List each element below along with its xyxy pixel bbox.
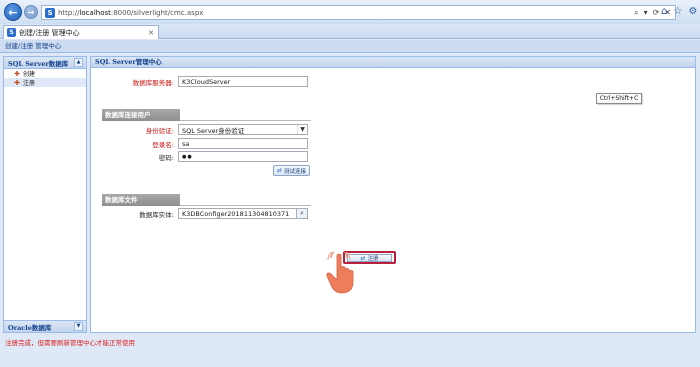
bottom-area bbox=[0, 349, 700, 367]
password-input[interactable]: ●● bbox=[178, 151, 308, 162]
dropdown-arrow-icon[interactable]: ▾ bbox=[644, 8, 648, 18]
page-title: 创建/注册 管理中心 bbox=[0, 40, 700, 53]
sidebar-title-oracle: Oracle数据库 bbox=[8, 323, 52, 332]
sidebar-title-sql: SQL Server数据库 bbox=[8, 59, 69, 68]
test-connection-label: 测试连接 bbox=[284, 168, 307, 175]
main-panel-title: SQL Server管理中心 bbox=[91, 57, 695, 68]
auth-row: 身份验证: SQL Server身份验证 ▼ bbox=[98, 124, 308, 135]
address-bar[interactable]: S http://localhost:8000/silverlight/cmc.… bbox=[41, 5, 676, 20]
tab-title: 创建/注册 管理中心 bbox=[19, 28, 80, 37]
entity-row: 数据库实体: K3DBConfiger201811304810371 ⌕ bbox=[98, 208, 308, 219]
login-input[interactable]: sa bbox=[178, 138, 308, 149]
sidebar-header-oracle[interactable]: Oracle数据库 ▼ bbox=[4, 320, 86, 332]
browse-search-icon[interactable]: ⌕ bbox=[296, 209, 307, 218]
auth-label: 身份验证: bbox=[145, 126, 174, 135]
login-value: sa bbox=[182, 139, 190, 148]
server-label: 数据库服务器: bbox=[132, 78, 174, 87]
arrow-left-icon: ← bbox=[8, 5, 18, 19]
search-icon[interactable]: ⌕ bbox=[634, 8, 638, 18]
arrow-right-icon: → bbox=[27, 7, 35, 17]
sidebar-item-register[interactable]: ✚ 注册 bbox=[4, 78, 86, 87]
chevron-down-icon[interactable]: ▼ bbox=[297, 125, 307, 134]
register-button-label: 注册 bbox=[367, 256, 379, 262]
browser-tab[interactable]: S 创建/注册 管理中心 ✕ bbox=[3, 25, 159, 39]
shortcut-tooltip: Ctrl+Shift+C bbox=[596, 93, 642, 104]
password-label: 密码: bbox=[158, 153, 174, 162]
tab-strip: S 创建/注册 管理中心 ✕ bbox=[0, 24, 700, 39]
section-divider bbox=[180, 205, 311, 206]
sidebar-item-label: 注册 bbox=[23, 80, 36, 87]
settings-icon[interactable]: ⚙ bbox=[688, 6, 697, 17]
url-host: localhost bbox=[79, 8, 111, 17]
section-file-header: 数据库文件 bbox=[102, 194, 180, 206]
tab-close-icon[interactable]: ✕ bbox=[148, 29, 154, 37]
browser-toolbar: ← → S http://localhost:8000/silverlight/… bbox=[0, 0, 700, 24]
auth-select[interactable]: SQL Server身份验证 ▼ bbox=[178, 124, 308, 135]
auth-value: SQL Server身份验证 bbox=[182, 126, 245, 135]
section-divider bbox=[180, 120, 311, 121]
login-row: 登录名: sa bbox=[98, 138, 308, 149]
entity-value: K3DBConfiger201811304810371 bbox=[182, 209, 290, 218]
password-value: ●● bbox=[182, 153, 193, 160]
forward-button[interactable]: → bbox=[24, 5, 38, 19]
back-button[interactable]: ← bbox=[4, 3, 22, 21]
tab-favicon-icon: S bbox=[7, 28, 16, 37]
sidebar-item-create[interactable]: ✚ 创建 bbox=[4, 69, 86, 79]
entity-label: 数据库实体: bbox=[139, 210, 174, 219]
section-connection-header: 数据库连接用户 bbox=[102, 109, 180, 121]
entity-input[interactable]: K3DBConfiger201811304810371 ⌕ bbox=[178, 208, 308, 219]
login-label: 登录名: bbox=[152, 140, 174, 149]
site-favicon-icon: S bbox=[45, 7, 55, 18]
sidebar-header-sql[interactable]: SQL Server数据库 ▲ bbox=[4, 57, 86, 69]
url-path: :8000/silverlight/cmc.aspx bbox=[110, 8, 204, 17]
test-connection-button[interactable]: ⇄ 测试连接 bbox=[273, 165, 311, 176]
collapse-up-icon[interactable]: ▲ bbox=[74, 58, 83, 67]
server-row: 数据库服务器: K3CloudServer bbox=[98, 76, 308, 87]
url-scheme: http:// bbox=[58, 8, 80, 17]
create-icon: ✚ bbox=[14, 69, 20, 78]
pointer-hand-icon bbox=[326, 252, 354, 294]
refresh-icon[interactable]: ⟳ bbox=[653, 8, 660, 18]
sidebar: SQL Server数据库 ▲ ✚ 创建 ✚ 注册 Oracle数据库 ▼ bbox=[3, 56, 87, 333]
register-icon: ✚ bbox=[14, 78, 20, 87]
server-value: K3CloudServer bbox=[182, 77, 231, 86]
sidebar-item-label: 创建 bbox=[23, 71, 36, 78]
collapse-down-icon[interactable]: ▼ bbox=[74, 322, 83, 331]
password-row: 密码: ●● bbox=[98, 151, 308, 162]
register-button-icon: ⇄ bbox=[360, 254, 366, 262]
connect-icon: ⇄ bbox=[277, 167, 283, 174]
favorites-icon[interactable]: ☆ bbox=[673, 6, 682, 17]
status-message: 注册完成，但需要刷新管理中心才能正常使用 bbox=[5, 339, 135, 347]
server-input[interactable]: K3CloudServer bbox=[178, 76, 308, 87]
address-url[interactable]: http://localhost:8000/silverlight/cmc.as… bbox=[58, 9, 634, 17]
home-icon[interactable]: ⌂ bbox=[661, 6, 667, 17]
